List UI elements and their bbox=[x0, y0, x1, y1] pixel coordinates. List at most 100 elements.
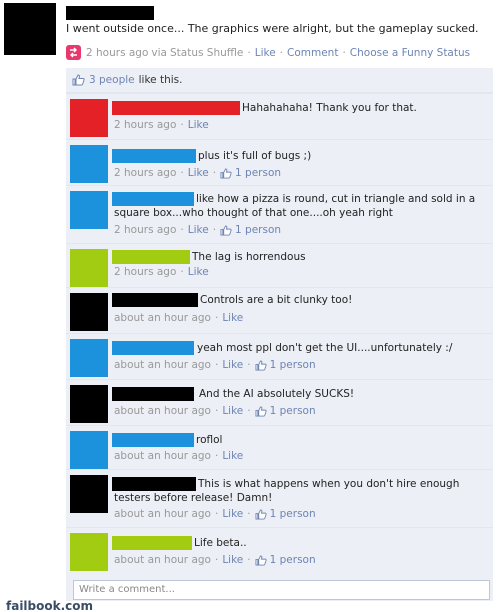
likes-count-link[interactable]: 3 people bbox=[89, 74, 135, 86]
separator: · bbox=[247, 46, 251, 59]
poster-avatar[interactable] bbox=[4, 3, 56, 55]
comment-like-link[interactable]: Like bbox=[188, 266, 209, 278]
comment-time[interactable]: 2 hours ago bbox=[114, 167, 176, 179]
comment-likes-count[interactable]: 1 person bbox=[235, 167, 281, 179]
comment-time[interactable]: about an hour ago bbox=[114, 508, 211, 520]
thumbs-up-icon bbox=[72, 74, 85, 86]
comment-time[interactable]: 2 hours ago bbox=[114, 266, 176, 278]
post-time[interactable]: 2 hours ago bbox=[86, 47, 148, 59]
comment-item: The lag is horrendous 2 hours ago · Like bbox=[66, 243, 493, 287]
commenter-avatar[interactable] bbox=[70, 99, 108, 137]
comment-meta: about an hour ago · Like bbox=[114, 450, 244, 462]
commenter-name-redacted[interactable] bbox=[112, 293, 198, 307]
commenter-avatar[interactable] bbox=[70, 533, 108, 571]
status-text: I went outside once... The graphics were… bbox=[66, 22, 479, 35]
comment-text: yeah most ppl don't get the UI....unfort… bbox=[197, 342, 453, 354]
choose-status-link[interactable]: Choose a Funny Status bbox=[350, 47, 470, 59]
comment-meta: about an hour ago · Like · 1 person bbox=[114, 508, 316, 520]
comment-item: plus it's full of bugs ;) 2 hours ago · L… bbox=[66, 139, 493, 185]
comment-meta: about an hour ago · Like · 1 person bbox=[114, 405, 316, 417]
comment-likes-count[interactable]: 1 person bbox=[235, 224, 281, 236]
comment-time[interactable]: about an hour ago bbox=[114, 359, 211, 371]
comment-likes-count[interactable]: 1 person bbox=[270, 508, 316, 520]
comment-item: Hahahahaha! Thank you for that. 2 hours … bbox=[66, 93, 493, 139]
comment-like-link[interactable]: Like bbox=[188, 119, 209, 131]
comment-text: This is what happens when you don't hire… bbox=[114, 478, 460, 504]
comment-text: The lag is horrendous bbox=[192, 251, 306, 263]
commenter-avatar[interactable] bbox=[70, 145, 108, 183]
comment-item: And the AI absolutely SUCKS! about an ho… bbox=[66, 379, 493, 425]
thumbs-up-icon bbox=[255, 508, 267, 520]
thumbs-up-icon bbox=[255, 554, 267, 566]
comment-text: roflol bbox=[196, 434, 223, 446]
comment-like-link[interactable]: Like bbox=[222, 312, 243, 324]
comment-like-link[interactable]: Like bbox=[222, 508, 243, 520]
commenter-avatar[interactable] bbox=[70, 475, 108, 513]
thumbs-up-icon bbox=[220, 224, 232, 236]
like-post-link[interactable]: Like bbox=[255, 47, 276, 59]
comment-meta: 2 hours ago · Like · 1 person bbox=[114, 224, 282, 236]
feedback-panel: 3 people like this. Hahahahaha! Thank yo… bbox=[66, 68, 493, 601]
commenter-avatar[interactable] bbox=[70, 431, 108, 469]
commenter-name-redacted[interactable] bbox=[112, 250, 190, 264]
commenter-avatar[interactable] bbox=[70, 249, 108, 287]
commenter-avatar[interactable] bbox=[70, 191, 108, 229]
failbook-watermark: failbook.com bbox=[6, 599, 94, 612]
thumbs-up-icon bbox=[255, 359, 267, 371]
comment-item: Life beta.. about an hour ago · Like · 1 p… bbox=[66, 527, 493, 573]
comment-meta: 2 hours ago · Like bbox=[114, 119, 209, 131]
comment-time[interactable]: about an hour ago bbox=[114, 554, 211, 566]
comment-post-link[interactable]: Comment bbox=[287, 47, 338, 59]
comment-time[interactable]: about an hour ago bbox=[114, 312, 211, 324]
comment-like-link[interactable]: Like bbox=[222, 450, 243, 462]
comment-text: Life beta.. bbox=[194, 537, 247, 549]
comment-like-link[interactable]: Like bbox=[222, 405, 243, 417]
comment-time[interactable]: about an hour ago bbox=[114, 450, 211, 462]
comment-text: Hahahahaha! Thank you for that. bbox=[242, 102, 417, 114]
likes-suffix: like this. bbox=[138, 74, 183, 86]
comment-like-link[interactable]: Like bbox=[222, 359, 243, 371]
commenter-name-redacted[interactable] bbox=[112, 101, 240, 115]
comment-text: Controls are a bit clunky too! bbox=[200, 294, 353, 306]
comment-likes-count[interactable]: 1 person bbox=[270, 359, 316, 371]
app-name-link[interactable]: Status Shuffle bbox=[170, 47, 243, 59]
write-comment-input[interactable]: Write a comment... bbox=[73, 580, 490, 600]
commenter-name-redacted[interactable] bbox=[112, 341, 194, 355]
separator: · bbox=[342, 46, 346, 59]
commenter-avatar[interactable] bbox=[70, 293, 108, 331]
comment-time[interactable]: about an hour ago bbox=[114, 405, 211, 417]
comment-item: Controls are a bit clunky too! about an … bbox=[66, 287, 493, 333]
comment-meta: 2 hours ago · Like bbox=[114, 266, 209, 278]
comment-text: like how a pizza is round, cut in triang… bbox=[114, 193, 476, 219]
likes-summary: 3 people like this. bbox=[66, 68, 493, 93]
comment-time[interactable]: 2 hours ago bbox=[114, 224, 176, 236]
comment-item: like how a pizza is round, cut in triang… bbox=[66, 185, 493, 243]
comment-likes-count[interactable]: 1 person bbox=[270, 405, 316, 417]
thumbs-up-icon bbox=[255, 405, 267, 417]
commenter-name-redacted[interactable] bbox=[112, 387, 194, 401]
comment-meta: about an hour ago · Like · 1 person bbox=[114, 554, 316, 566]
comment-text: And the AI absolutely SUCKS! bbox=[199, 388, 355, 400]
comment-time[interactable]: 2 hours ago bbox=[114, 119, 176, 131]
commenter-avatar[interactable] bbox=[70, 385, 108, 423]
commenter-avatar[interactable] bbox=[70, 339, 108, 377]
comment-item: yeah most ppl don't get the UI....unfort… bbox=[66, 333, 493, 379]
comment-meta: about an hour ago · Like bbox=[114, 312, 244, 324]
poster-name-redacted[interactable] bbox=[66, 6, 154, 20]
comment-meta: 2 hours ago · Like · 1 person bbox=[114, 167, 282, 179]
via-label: via bbox=[151, 46, 167, 59]
comment-item: This is what happens when you don't hire… bbox=[66, 469, 493, 527]
status-shuffle-app-icon[interactable] bbox=[66, 45, 81, 60]
comment-like-link[interactable]: Like bbox=[188, 224, 209, 236]
comment-text: plus it's full of bugs ;) bbox=[198, 150, 312, 162]
comment-meta: about an hour ago · Like · 1 person bbox=[114, 359, 316, 371]
commenter-name-redacted[interactable] bbox=[112, 149, 196, 163]
comment-like-link[interactable]: Like bbox=[188, 167, 209, 179]
comment-likes-count[interactable]: 1 person bbox=[270, 554, 316, 566]
commenter-name-redacted[interactable] bbox=[112, 433, 194, 447]
separator: · bbox=[279, 46, 283, 59]
comment-item: roflol about an hour ago · Like bbox=[66, 425, 493, 469]
thumbs-up-icon bbox=[220, 167, 232, 179]
commenter-name-redacted[interactable] bbox=[112, 536, 192, 550]
comment-like-link[interactable]: Like bbox=[222, 554, 243, 566]
